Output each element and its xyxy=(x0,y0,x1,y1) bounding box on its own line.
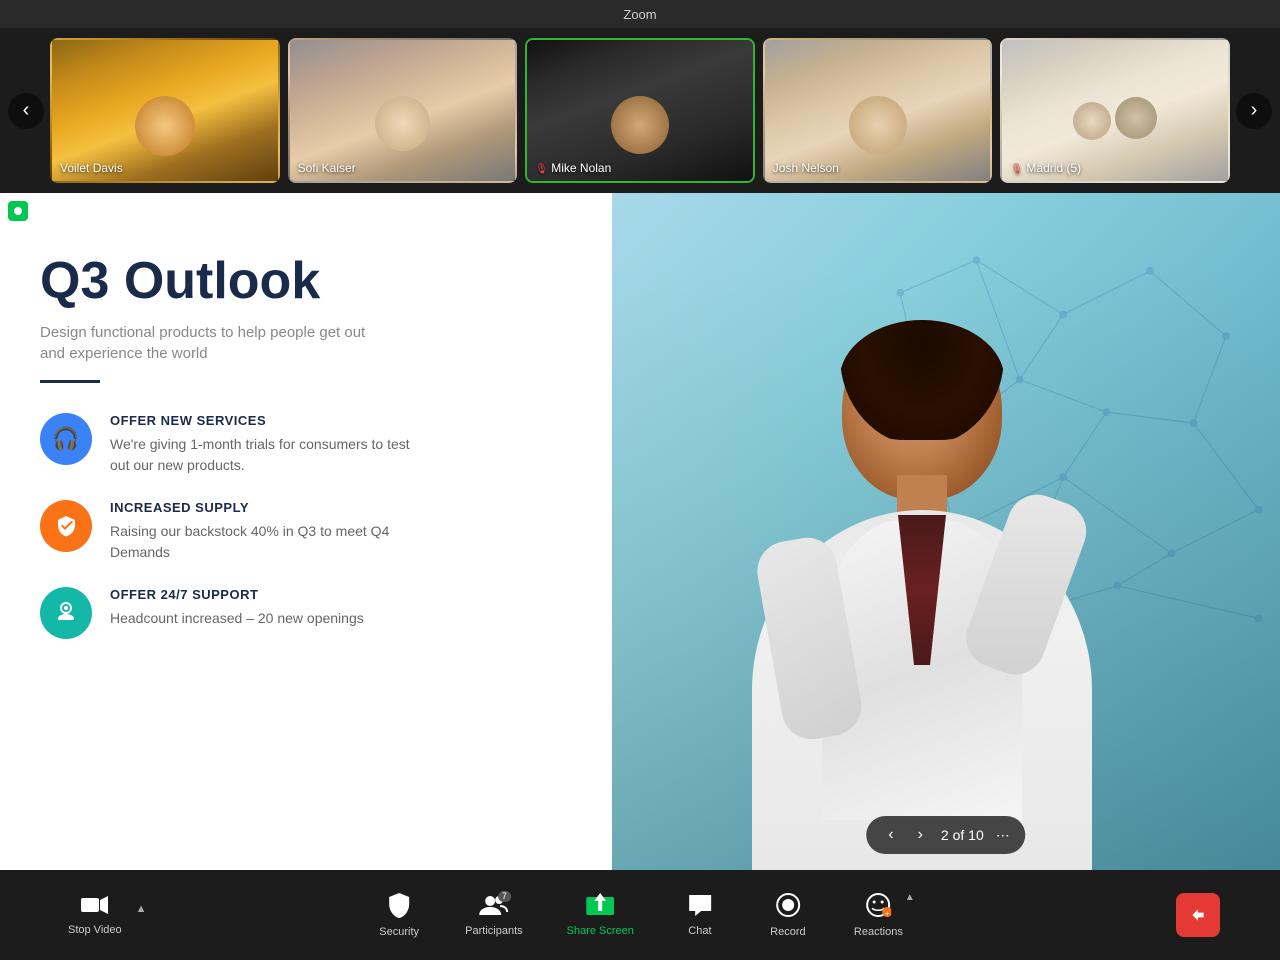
slide-item-2: INCREASED SUPPLY Raising our backstock 4… xyxy=(40,500,572,563)
record-button[interactable]: Record xyxy=(758,888,818,942)
participant-name-1: Voilet Davis xyxy=(60,161,123,175)
security-icon xyxy=(387,892,411,922)
slide-item-icon-2 xyxy=(40,500,92,552)
slide-item-content-3: OFFER 24/7 SUPPORT Headcount increased –… xyxy=(110,587,364,629)
toolbar-center: Security 7 Participants xyxy=(369,888,911,942)
slide-divider xyxy=(40,380,100,383)
share-screen-icon xyxy=(586,893,614,921)
nav-prev-button[interactable]: ‹ xyxy=(8,93,44,129)
participant-name-4: Josh Nelson xyxy=(773,161,839,175)
slide-item-icon-1: 🎧 xyxy=(40,413,92,465)
slide-prev-button[interactable]: ‹ xyxy=(882,824,899,846)
slide-navigation: ‹ › 2 of 10 ⋯ xyxy=(866,816,1025,854)
slide-item-1: 🎧 OFFER NEW SERVICES We're giving 1-mont… xyxy=(40,413,572,476)
slide-area: Q3 Outlook Design functional products to… xyxy=(0,193,612,870)
slide-subtitle: Design functional products to help peopl… xyxy=(40,322,380,364)
slide-title: Q3 Outlook xyxy=(40,253,572,310)
slide-item-content-1: OFFER NEW SERVICES We're giving 1-month … xyxy=(110,413,430,476)
participant-strip: ‹ Voilet Davis Sofi Kaiser 🎙 Mike Nolan … xyxy=(0,28,1280,193)
toolbar-left: Stop Video ▲ xyxy=(60,890,147,940)
participant-card-5[interactable]: 🎙 Madrid (5) xyxy=(1000,38,1230,183)
slide-item-3: OFFER 24/7 SUPPORT Headcount increased –… xyxy=(40,587,572,639)
participant-name-3: 🎙 Mike Nolan xyxy=(535,161,611,175)
chat-button[interactable]: Chat xyxy=(670,889,730,941)
chat-icon xyxy=(687,893,713,921)
toolbar: Stop Video ▲ Security 7 xyxy=(0,870,1280,960)
reactions-button[interactable]: + Reactions xyxy=(846,888,911,942)
participant-name-2: Sofi Kaiser xyxy=(298,161,356,175)
participant-card-3[interactable]: 🎙 Mike Nolan xyxy=(525,38,755,183)
reactions-icon: + xyxy=(865,892,891,922)
slide-next-button[interactable]: › xyxy=(912,824,929,846)
participant-card-4[interactable]: Josh Nelson xyxy=(763,38,993,183)
slide-item-content-2: INCREASED SUPPLY Raising our backstock 4… xyxy=(110,500,430,563)
security-button[interactable]: Security xyxy=(369,888,429,942)
participant-card-1[interactable]: Voilet Davis xyxy=(50,38,280,183)
record-icon xyxy=(775,892,801,922)
app-title: Zoom xyxy=(623,7,656,22)
presenter-silhouette xyxy=(682,320,1162,870)
slide-badge xyxy=(8,201,28,221)
slide-options-icon[interactable]: ⋯ xyxy=(996,827,1010,844)
toolbar-right xyxy=(1176,893,1220,937)
share-screen-button[interactable]: Share Screen ▲ xyxy=(559,889,642,941)
slide-item-icon-3 xyxy=(40,587,92,639)
title-bar: Zoom xyxy=(0,0,1280,28)
presenter-area xyxy=(612,193,1280,870)
nav-next-button[interactable]: › xyxy=(1236,93,1272,129)
participant-card-2[interactable]: Sofi Kaiser xyxy=(288,38,518,183)
stop-video-button[interactable]: Stop Video xyxy=(60,890,130,940)
participant-name-5: 🎙 Madrid (5) xyxy=(1010,161,1081,175)
main-area: Q3 Outlook Design functional products to… xyxy=(0,193,1280,870)
video-chevron[interactable]: ▲ xyxy=(136,903,147,915)
svg-text:+: + xyxy=(885,909,890,918)
participants-button[interactable]: 7 Participants xyxy=(457,889,530,941)
participants-icon: 7 xyxy=(479,893,509,921)
slide-counter: 2 of 10 xyxy=(941,827,984,843)
video-icon xyxy=(81,894,109,920)
share-chevron[interactable]: ▲ xyxy=(905,892,915,903)
leave-button[interactable] xyxy=(1176,893,1220,937)
video-area: ‹ › 2 of 10 ⋯ xyxy=(612,193,1280,870)
